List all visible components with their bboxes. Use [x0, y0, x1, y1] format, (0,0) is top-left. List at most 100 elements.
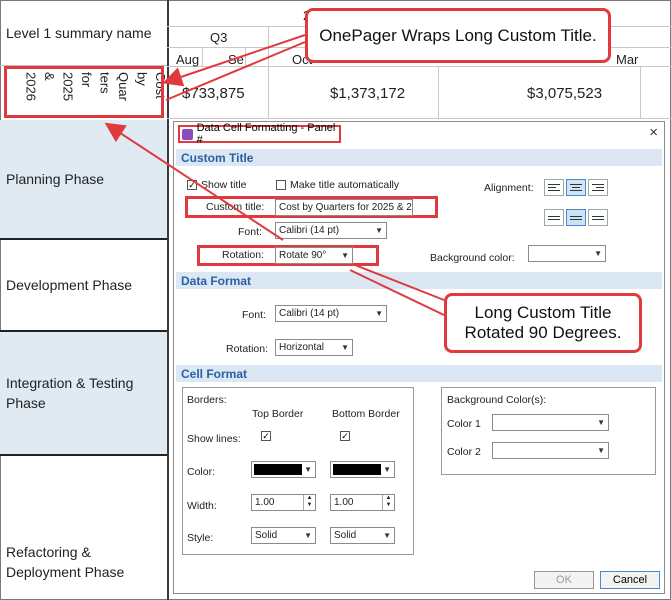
level1-summary-label: Level 1 summary name [0, 0, 167, 66]
chevron-down-icon: ▼ [375, 309, 383, 318]
borders-label: Borders: [187, 394, 227, 406]
data-rotation-value: Horizontal [279, 342, 325, 353]
callout-wraps-title: OnePager Wraps Long Custom Title. [305, 8, 611, 63]
bottom-border-show-checkbox[interactable]: ✓ [340, 431, 350, 441]
grid-line [245, 47, 246, 66]
title-rotation-value: Rotate 90° [279, 250, 327, 261]
chevron-down-icon: ▼ [594, 249, 602, 258]
dialog-title-text: Data Cell Formatting - Panel # [196, 122, 336, 146]
section-data-format: Data Format [176, 272, 662, 289]
custom-title-label: Custom title: [206, 201, 265, 213]
bottom-border-style-dropdown[interactable]: Solid ▼ [330, 527, 395, 544]
phase-refactoring-label: Refactoring & Deployment Phase [6, 544, 125, 580]
top-border-show-checkbox[interactable]: ✓ [261, 431, 271, 441]
align-left-button[interactable] [544, 179, 564, 196]
callout-line: Long Custom Title [474, 303, 612, 322]
data-cell-formatting-dialog: Data Cell Formatting - Panel # × Custom … [173, 121, 665, 594]
border-color-label: Color: [187, 466, 216, 478]
align-top-button[interactable] [544, 209, 564, 226]
value-cell: $733,875 [182, 85, 245, 102]
spinner-icon[interactable]: ▲ ▼ [303, 495, 315, 510]
chevron-down-icon: ▼ [375, 226, 383, 235]
title-cell-highlight [4, 66, 164, 118]
chevron-down-icon: ▼ [304, 531, 312, 540]
grid-line [202, 47, 203, 66]
top-border-style-value: Solid [255, 530, 278, 541]
phase-integration-label: Integration & Testing Phase [6, 375, 134, 411]
phase-development: Development Phase [6, 277, 133, 293]
font-label: Font: [238, 226, 262, 238]
chevron-down-icon: ▼ [304, 465, 312, 474]
align-bottom-button[interactable] [588, 209, 608, 226]
make-title-auto-label: Make title automatically [290, 179, 400, 191]
callout-line: Rotated 90 Degrees. [464, 323, 622, 342]
callout-rotated-title: Long Custom Title Rotated 90 Degrees. [444, 293, 642, 353]
month-label: Aug [176, 52, 200, 67]
title-rotation-dropdown[interactable]: Rotate 90° ▼ [275, 247, 353, 264]
color-swatch [333, 464, 381, 475]
top-border-width-stepper[interactable]: 1.00 ▲ ▼ [251, 494, 316, 511]
close-icon[interactable]: × [649, 124, 658, 141]
data-rotation-dropdown[interactable]: Horizontal ▼ [275, 339, 353, 356]
color2-dropdown[interactable]: ▼ [492, 442, 609, 459]
align-middle-button[interactable] [566, 209, 586, 226]
title-bg-color-dropdown[interactable]: ▼ [528, 245, 606, 262]
grid-line [268, 66, 269, 118]
chevron-down-icon: ▼ [597, 418, 605, 427]
top-border-label: Top Border [252, 408, 304, 420]
rotation-label: Rotation: [222, 249, 265, 261]
month-label: Mar [616, 52, 639, 67]
cancel-button[interactable]: Cancel [600, 571, 660, 589]
chevron-down-icon: ▼ [597, 446, 605, 455]
chevron-down-icon: ▼ [383, 531, 391, 540]
chevron-down-icon: ▼ [341, 251, 349, 260]
show-lines-label: Show lines: [187, 433, 241, 445]
show-title-checkbox[interactable]: ✓ [187, 180, 197, 190]
chevron-down-icon: ▼ [341, 343, 349, 352]
bottom-border-width-stepper[interactable]: 1.00 ▲ ▼ [330, 494, 395, 511]
border-style-label: Style: [187, 532, 214, 544]
bottom-border-color-dropdown[interactable]: ▼ [330, 461, 395, 478]
make-title-auto-checkbox[interactable] [276, 180, 286, 190]
color1-label: Color 1 [447, 418, 481, 430]
section-cell-format: Cell Format [176, 365, 662, 382]
color-swatch [254, 464, 302, 475]
align-center-button[interactable] [566, 179, 586, 196]
chevron-down-icon: ▼ [383, 465, 391, 474]
top-border-width-value: 1.00 [255, 497, 275, 508]
dialog-title: Data Cell Formatting - Panel # [178, 122, 341, 146]
show-title-label: Show title [201, 179, 247, 191]
title-font-dropdown[interactable]: Calibri (14 pt) ▼ [275, 222, 387, 239]
grid-line [167, 118, 671, 119]
bottom-border-label: Bottom Border [332, 408, 400, 420]
grid-line [640, 66, 641, 118]
row-label-column: Level 1 summary name Cost by Quar ters for 20… [0, 0, 169, 600]
vertical-title-cell: Cost by Quar ters for 2025 & 2026 [0, 66, 168, 118]
grid-line [438, 66, 439, 118]
section-custom-title: Custom Title [176, 149, 662, 166]
value-cell: $3,075,523 [527, 85, 603, 102]
spinner-icon[interactable]: ▲ ▼ [382, 495, 394, 510]
border-width-label: Width: [187, 500, 217, 512]
title-font-value: Calibri (14 pt) [279, 225, 340, 236]
background-color-label: Background color: [430, 252, 515, 264]
value-cell: $1,373,172 [330, 85, 406, 102]
color1-dropdown[interactable]: ▼ [492, 414, 609, 431]
data-font-value: Calibri (14 pt) [279, 308, 340, 319]
ok-button[interactable]: OK [534, 571, 594, 589]
data-rotation-label: Rotation: [226, 343, 269, 355]
color2-label: Color 2 [447, 446, 481, 458]
data-font-dropdown[interactable]: Calibri (14 pt) ▼ [275, 305, 387, 322]
background-colors-label: Background Color(s): [447, 394, 547, 406]
data-font-label: Font: [242, 309, 266, 321]
top-border-style-dropdown[interactable]: Solid ▼ [251, 527, 316, 544]
grid-line [268, 26, 269, 66]
custom-title-input[interactable]: Cost by Quarters for 2025 & 2026 [275, 199, 413, 216]
alignment-label: Alignment: [484, 182, 534, 194]
top-border-color-dropdown[interactable]: ▼ [251, 461, 316, 478]
phase-planning: Planning Phase [0, 120, 167, 238]
phase-refactoring: Refactoring & Deployment Phase [0, 456, 167, 586]
month-label: Se [228, 52, 244, 67]
quarter-label: Q3 [210, 30, 228, 45]
align-right-button[interactable] [588, 179, 608, 196]
